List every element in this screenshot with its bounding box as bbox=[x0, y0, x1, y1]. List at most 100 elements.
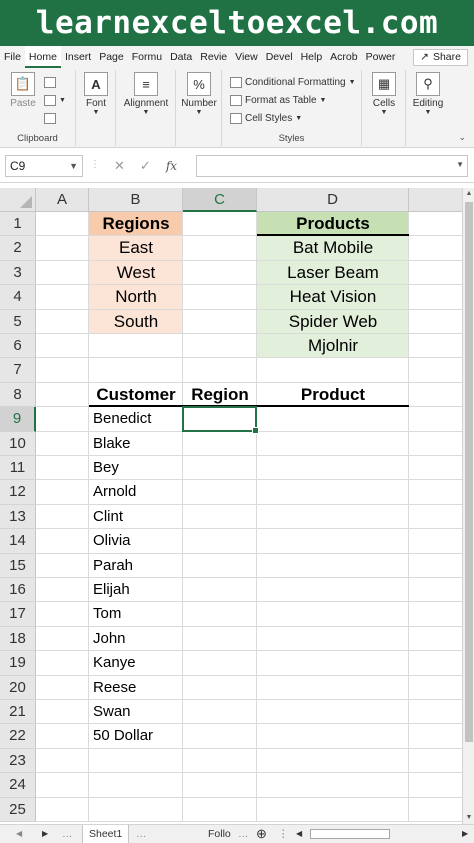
paste-button[interactable]: 📋 Paste bbox=[6, 72, 40, 109]
row-header-24[interactable]: 24 bbox=[0, 773, 36, 798]
product-cell[interactable]: Spider Web bbox=[257, 310, 409, 334]
row-header-7[interactable]: 7 bbox=[0, 358, 36, 383]
sheet-tab-sheet1[interactable]: Sheet1 bbox=[82, 825, 130, 843]
chevron-down-icon[interactable]: ▼ bbox=[69, 156, 78, 176]
format-painter-button[interactable] bbox=[44, 110, 56, 127]
product-header-cell[interactable]: Product bbox=[257, 383, 409, 407]
customer-cell[interactable]: John bbox=[89, 627, 183, 651]
customer-cell[interactable]: Clint bbox=[89, 505, 183, 529]
editing-button[interactable]: ⚲ Editing ▼ bbox=[408, 72, 448, 116]
row-header-20[interactable]: 20 bbox=[0, 675, 36, 700]
sheet-options-icon[interactable]: ⋮ bbox=[278, 825, 289, 843]
spreadsheet-grid[interactable]: A B C D 1 2 3 4 5 6 7 8 9 10 11 12 13 14 15 16 17 18 19 20 21 22 2… bbox=[0, 188, 462, 824]
customer-cell[interactable]: Kanye bbox=[89, 651, 183, 675]
tab-developer[interactable]: Devel bbox=[262, 46, 297, 68]
vertical-scroll-thumb[interactable] bbox=[465, 202, 473, 742]
tab-insert[interactable]: Insert bbox=[61, 46, 95, 68]
formula-input[interactable] bbox=[196, 155, 468, 177]
sheet-nav-more-icon[interactable]: … bbox=[238, 825, 249, 843]
tab-review[interactable]: Revie bbox=[196, 46, 231, 68]
tab-data[interactable]: Data bbox=[166, 46, 196, 68]
row-header-21[interactable]: 21 bbox=[0, 700, 36, 725]
row-header-25[interactable]: 25 bbox=[0, 797, 36, 822]
sheet-tab-follo[interactable]: Follo bbox=[208, 825, 231, 843]
product-cell[interactable]: Laser Beam bbox=[257, 261, 409, 285]
customer-cell[interactable]: Reese bbox=[89, 676, 183, 700]
row-header-23[interactable]: 23 bbox=[0, 748, 36, 774]
tab-page-layout[interactable]: Page bbox=[95, 46, 128, 68]
region-cell[interactable]: West bbox=[89, 261, 183, 285]
customer-cell[interactable]: Bey bbox=[89, 456, 183, 480]
tab-file[interactable]: File bbox=[0, 46, 25, 68]
add-sheet-icon[interactable]: ⊕ bbox=[256, 825, 267, 843]
tab-acrobat[interactable]: Acrob bbox=[326, 46, 361, 68]
row-header-9[interactable]: 9 bbox=[0, 407, 36, 432]
customer-cell[interactable]: Olivia bbox=[89, 529, 183, 553]
product-cell[interactable]: Heat Vision bbox=[257, 285, 409, 309]
customer-cell[interactable]: Swan bbox=[89, 700, 183, 724]
regions-header-cell[interactable]: Regions bbox=[89, 212, 183, 236]
column-header-c[interactable]: C bbox=[183, 188, 257, 212]
format-as-table-button[interactable]: Format as Table ▼ bbox=[230, 92, 326, 109]
number-button[interactable]: % Number ▼ bbox=[180, 72, 218, 116]
tab-view[interactable]: View bbox=[231, 46, 262, 68]
scroll-up-icon[interactable]: ▲ bbox=[463, 188, 474, 200]
share-button[interactable]: ↗ Share bbox=[413, 48, 468, 66]
name-box[interactable]: C9 ▼ bbox=[5, 155, 83, 177]
row-header-10[interactable]: 10 bbox=[0, 431, 36, 456]
tab-power[interactable]: Power bbox=[362, 46, 400, 68]
column-header-d[interactable]: D bbox=[257, 188, 409, 212]
row-header-8[interactable]: 8 bbox=[0, 382, 36, 408]
tab-formulas[interactable]: Formu bbox=[128, 46, 166, 68]
product-cell[interactable]: Mjolnir bbox=[257, 334, 409, 358]
row-header-1[interactable]: 1 bbox=[0, 212, 36, 237]
row-header-12[interactable]: 12 bbox=[0, 480, 36, 505]
copy-button[interactable]: ▼ bbox=[44, 92, 66, 109]
conditional-formatting-button[interactable]: Conditional Formatting ▼ bbox=[230, 74, 356, 91]
row-header-14[interactable]: 14 bbox=[0, 529, 36, 554]
customer-cell[interactable]: Blake bbox=[89, 432, 183, 456]
row-header-4[interactable]: 4 bbox=[0, 285, 36, 310]
select-all-corner[interactable] bbox=[0, 188, 36, 212]
scroll-left-icon[interactable]: ◀ bbox=[296, 825, 302, 843]
collapse-ribbon-icon[interactable]: ⌄ bbox=[458, 132, 466, 143]
row-header-2[interactable]: 2 bbox=[0, 236, 36, 261]
active-cell-selection[interactable] bbox=[182, 406, 259, 435]
product-cell[interactable]: Bat Mobile bbox=[257, 236, 409, 260]
row-header-17[interactable]: 17 bbox=[0, 602, 36, 627]
tab-home[interactable]: Home bbox=[24, 46, 61, 68]
row-header-11[interactable]: 11 bbox=[0, 456, 36, 481]
insert-function-icon[interactable]: fx bbox=[166, 159, 177, 173]
customer-cell[interactable]: Elijah bbox=[89, 578, 183, 602]
row-header-13[interactable]: 13 bbox=[0, 504, 36, 530]
expand-formula-bar-icon[interactable]: ▼ bbox=[456, 160, 464, 169]
row-header-5[interactable]: 5 bbox=[0, 309, 36, 334]
customer-cell[interactable]: 50 Dollar bbox=[89, 724, 183, 748]
scroll-down-icon[interactable]: ▼ bbox=[463, 812, 474, 824]
alignment-button[interactable]: ≡ Alignment ▼ bbox=[120, 72, 172, 116]
customer-cell[interactable]: Benedict bbox=[89, 407, 183, 431]
cancel-icon[interactable]: ✕ bbox=[114, 158, 125, 174]
confirm-icon[interactable]: ✓ bbox=[140, 158, 151, 174]
sheet-nav-more-icon[interactable]: … bbox=[62, 825, 73, 843]
customer-cell[interactable]: Arnold bbox=[89, 480, 183, 504]
row-header-6[interactable]: 6 bbox=[0, 334, 36, 359]
column-header-a[interactable]: A bbox=[36, 188, 89, 212]
column-header-b[interactable]: B bbox=[89, 188, 183, 212]
scroll-right-icon[interactable]: ▶ bbox=[462, 825, 468, 843]
customer-cell[interactable]: Parah bbox=[89, 554, 183, 578]
row-header-16[interactable]: 16 bbox=[0, 578, 36, 603]
next-sheet-icon[interactable]: ▶ bbox=[42, 825, 48, 843]
region-header-cell[interactable]: Region bbox=[183, 383, 257, 407]
tab-help[interactable]: Help bbox=[297, 46, 327, 68]
row-header-3[interactable]: 3 bbox=[0, 260, 36, 286]
customer-cell[interactable]: Tom bbox=[89, 602, 183, 626]
prev-sheet-icon[interactable]: ◀ bbox=[16, 825, 22, 843]
region-cell[interactable]: East bbox=[89, 236, 183, 260]
horizontal-scroll-thumb[interactable] bbox=[310, 829, 390, 839]
vertical-scrollbar[interactable]: ▲ ▼ bbox=[462, 188, 474, 824]
row-header-15[interactable]: 15 bbox=[0, 553, 36, 578]
cells-button[interactable]: ▦ Cells ▼ bbox=[366, 72, 402, 116]
row-header-18[interactable]: 18 bbox=[0, 626, 36, 652]
row-header-22[interactable]: 22 bbox=[0, 724, 36, 749]
